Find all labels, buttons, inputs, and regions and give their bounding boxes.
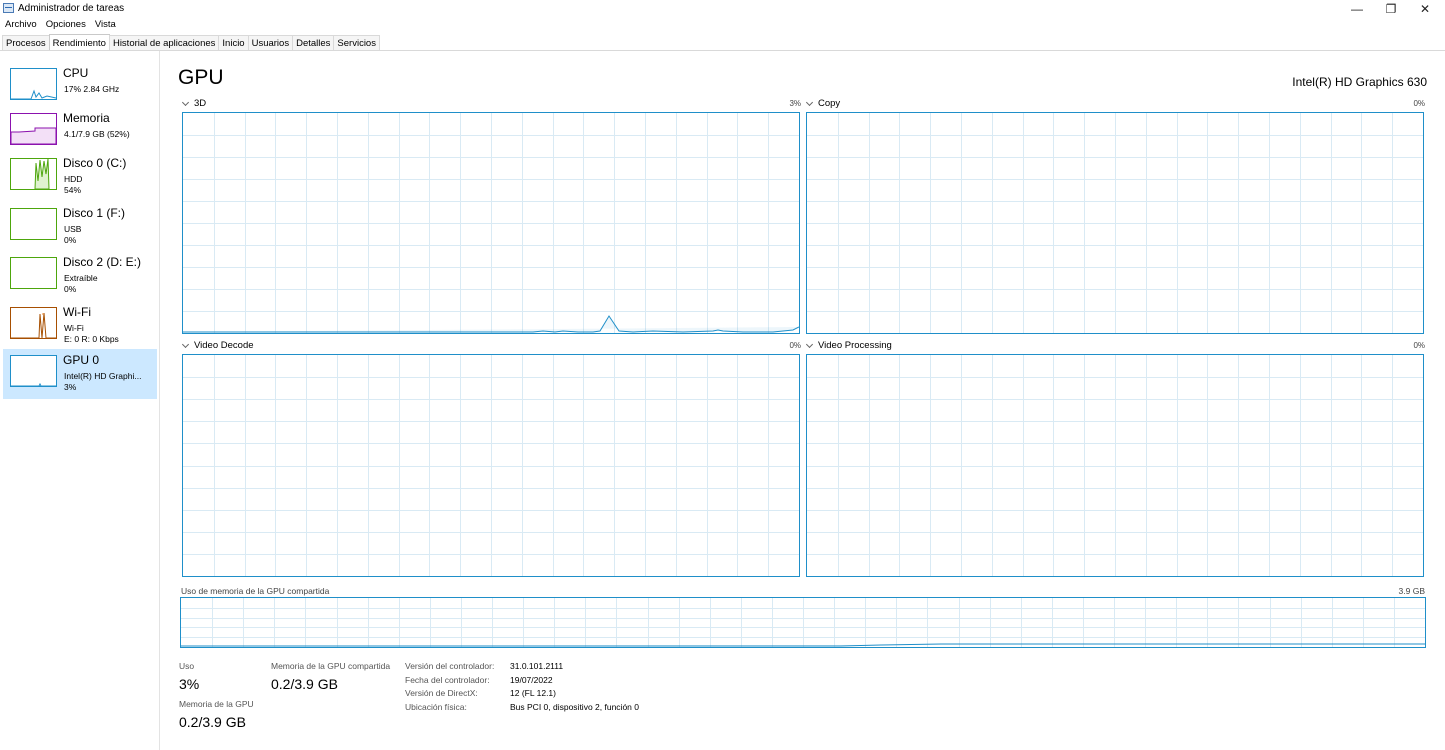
task-manager-icon	[3, 3, 14, 13]
sidebar-item-cpu[interactable]: CPU 17% 2.84 GHz	[3, 62, 157, 112]
directx-version-label: Versión de DirectX:	[405, 688, 478, 698]
graph-shared-memory	[180, 597, 1426, 648]
graph-video-decode	[182, 354, 800, 577]
tab-usuarios[interactable]: Usuarios	[247, 35, 294, 50]
graph-copy	[806, 112, 1424, 334]
shared-memory-graph-label: Uso de memoria de la GPU compartida	[181, 586, 330, 596]
tab-historial[interactable]: Historial de aplicaciones	[108, 35, 220, 50]
shared-memory-graph-max: 3.9 GB	[1398, 586, 1425, 596]
resource-sidebar: CPU 17% 2.84 GHz Memoria 4.1/7.9 GB (52%…	[0, 51, 160, 750]
tab-servicios[interactable]: Servicios	[333, 35, 380, 50]
engine-percent: 3%	[789, 99, 801, 108]
driver-date-label: Fecha del controlador:	[405, 675, 490, 685]
gpu-device-name: Intel(R) HD Graphics 630	[1292, 75, 1427, 89]
sidebar-item-label: Disco 1 (F:)	[63, 206, 126, 220]
usage-value: 3%	[179, 676, 200, 692]
wifi-thumbnail	[10, 307, 57, 339]
chevron-down-icon	[181, 340, 190, 348]
sidebar-item-detail: 4.1/7.9 GB (52%)	[64, 129, 130, 139]
sidebar-item-detail: USB	[64, 224, 82, 234]
restore-button[interactable]: ❐	[1374, 0, 1408, 17]
sidebar-item-detail: HDD	[64, 174, 83, 184]
memory-thumbnail	[10, 113, 57, 145]
engine-label: 3D	[194, 98, 207, 109]
engine-selector-video-processing[interactable]: Video Processing	[805, 340, 892, 351]
disk1-thumbnail	[10, 208, 57, 240]
page-title: GPU	[178, 66, 224, 89]
engine-percent: 0%	[1413, 99, 1425, 108]
menu-bar: Archivo Opciones Vista	[0, 17, 120, 32]
sidebar-item-wifi[interactable]: Wi-Fi Wi-Fi E: 0 R: 0 Kbps	[3, 301, 157, 351]
sidebar-item-gpu-0[interactable]: GPU 0 Intel(R) HD Graphi... 3%	[3, 349, 157, 399]
physical-location-value: Bus PCI 0, dispositivo 2, función 0	[510, 702, 639, 712]
sidebar-item-label: GPU 0	[63, 353, 100, 367]
engine-selector-video-decode[interactable]: Video Decode	[181, 340, 254, 351]
engine-percent: 0%	[1413, 341, 1425, 350]
tab-rendimiento[interactable]: Rendimiento	[48, 34, 110, 50]
engine-label: Copy	[818, 98, 841, 109]
tab-procesos[interactable]: Procesos	[2, 35, 50, 50]
tab-strip: Procesos Rendimiento Historial de aplica…	[2, 34, 380, 51]
engine-percent: 0%	[789, 341, 801, 350]
sidebar-item-usage: 0%	[64, 284, 77, 294]
driver-version-value: 31.0.101.2111	[510, 661, 564, 671]
driver-version-label: Versión del controlador:	[405, 661, 495, 671]
physical-location-label: Ubicación física:	[405, 702, 467, 712]
sidebar-item-detail: Intel(R) HD Graphi...	[64, 371, 142, 381]
minimize-button[interactable]: —	[1340, 0, 1374, 17]
sidebar-item-disco-2[interactable]: Disco 2 (D: E:) Extraíble 0%	[3, 251, 157, 301]
disk2-thumbnail	[10, 257, 57, 289]
sidebar-item-label: Disco 0 (C:)	[63, 156, 127, 170]
cpu-thumbnail	[10, 68, 57, 100]
sidebar-item-usage: E: 0 R: 0 Kbps	[64, 334, 119, 344]
sidebar-item-usage: 0%	[64, 235, 77, 245]
sidebar-item-disco-0[interactable]: Disco 0 (C:) HDD 54%	[3, 152, 157, 202]
disk0-thumbnail	[10, 158, 57, 190]
tab-detalles[interactable]: Detalles	[292, 35, 335, 50]
sidebar-item-usage: 3%	[64, 382, 77, 392]
chevron-down-icon	[181, 98, 190, 106]
sidebar-item-memoria[interactable]: Memoria 4.1/7.9 GB (52%)	[3, 107, 157, 157]
sidebar-item-label: Wi-Fi	[63, 305, 91, 319]
menu-vista[interactable]: Vista	[90, 17, 120, 32]
engine-label: Video Decode	[194, 340, 254, 351]
shared-memory-label: Memoria de la GPU compartida	[271, 661, 391, 671]
sidebar-item-label: CPU	[63, 66, 89, 80]
sidebar-item-label: Memoria	[63, 111, 110, 125]
chevron-down-icon	[805, 98, 814, 106]
tab-divider	[0, 50, 1445, 51]
engine-selector-3d[interactable]: 3D	[181, 98, 206, 109]
sidebar-item-usage: 54%	[64, 185, 82, 195]
menu-opciones[interactable]: Opciones	[41, 17, 90, 32]
sidebar-item-detail: Extraíble	[64, 273, 98, 283]
engine-label: Video Processing	[818, 340, 892, 351]
title-bar: Administrador de tareas — ❐ ✕	[0, 0, 1445, 17]
window-title: Administrador de tareas	[18, 3, 125, 14]
driver-date-value: 19/07/2022	[510, 675, 553, 685]
menu-archivo[interactable]: Archivo	[0, 17, 41, 32]
engine-selector-copy[interactable]: Copy	[805, 98, 840, 109]
gpu-thumbnail	[10, 355, 57, 387]
close-button[interactable]: ✕	[1408, 0, 1442, 17]
shared-memory-value: 0.2/3.9 GB	[271, 676, 338, 692]
chevron-down-icon	[805, 340, 814, 348]
graph-3d	[182, 112, 800, 334]
usage-label: Uso	[179, 661, 195, 671]
directx-version-value: 12 (FL 12.1)	[510, 688, 556, 698]
sidebar-item-detail: Wi-Fi	[64, 323, 84, 333]
sidebar-item-label: Disco 2 (D: E:)	[63, 255, 142, 269]
gpu-memory-value: 0.2/3.9 GB	[179, 714, 246, 730]
gpu-memory-label: Memoria de la GPU	[179, 699, 254, 709]
sidebar-item-disco-1[interactable]: Disco 1 (F:) USB 0%	[3, 202, 157, 252]
graph-video-processing	[806, 354, 1424, 577]
tab-inicio[interactable]: Inicio	[218, 35, 249, 50]
sidebar-item-detail: 17% 2.84 GHz	[64, 84, 120, 94]
